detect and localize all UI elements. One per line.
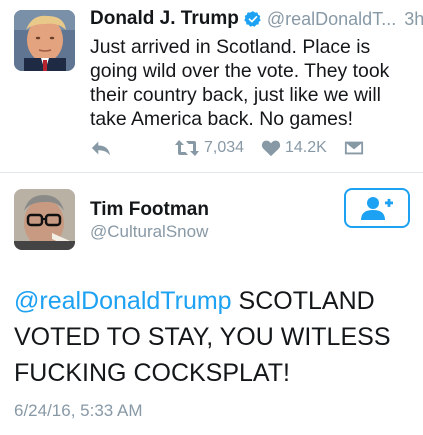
- reply-timestamp[interactable]: 6/24/16, 5:33 AM: [14, 401, 143, 421]
- tweet-time[interactable]: 3h: [404, 9, 423, 30]
- tweet-text: Just arrived in Scotland. Place is going…: [90, 36, 390, 130]
- direct-message-icon: [344, 141, 364, 155]
- verified-badge-icon: [244, 11, 261, 27]
- author-handle[interactable]: @realDonaldT...: [267, 9, 396, 30]
- trump-avatar-image: [14, 10, 75, 71]
- reply-button[interactable]: [90, 136, 112, 160]
- author-display-name[interactable]: Donald J. Trump: [90, 8, 239, 30]
- direct-message-button[interactable]: [344, 136, 364, 160]
- retweet-count: 7,034: [204, 139, 245, 156]
- retweet-icon: [175, 140, 199, 156]
- tim-avatar-image: [14, 189, 75, 250]
- divider: [0, 172, 423, 173]
- like-count: 14.2K: [285, 139, 327, 156]
- reply-tweet-text: @realDonaldTrump SCOTLAND VOTED TO STAY,…: [14, 283, 414, 391]
- reply-author-display-name[interactable]: Tim Footman: [90, 199, 209, 221]
- add-user-icon: [361, 197, 393, 220]
- avatar[interactable]: [14, 10, 75, 71]
- follow-button[interactable]: [344, 188, 410, 228]
- reply-icon: [91, 141, 111, 156]
- tweet-actions: 7,034 14.2K: [90, 136, 410, 160]
- heart-icon: [261, 140, 281, 157]
- reply-author-handle[interactable]: @CulturalSnow: [90, 222, 208, 242]
- original-tweet[interactable]: Donald J. Trump @realDonaldT... 3h Just …: [0, 0, 423, 172]
- author-row: Donald J. Trump @realDonaldT... 3h: [90, 6, 423, 32]
- like-button[interactable]: 14.2K: [261, 136, 327, 160]
- mention-link[interactable]: @realDonaldTrump: [14, 287, 232, 315]
- avatar[interactable]: [14, 189, 75, 250]
- retweet-button[interactable]: 7,034: [174, 136, 244, 160]
